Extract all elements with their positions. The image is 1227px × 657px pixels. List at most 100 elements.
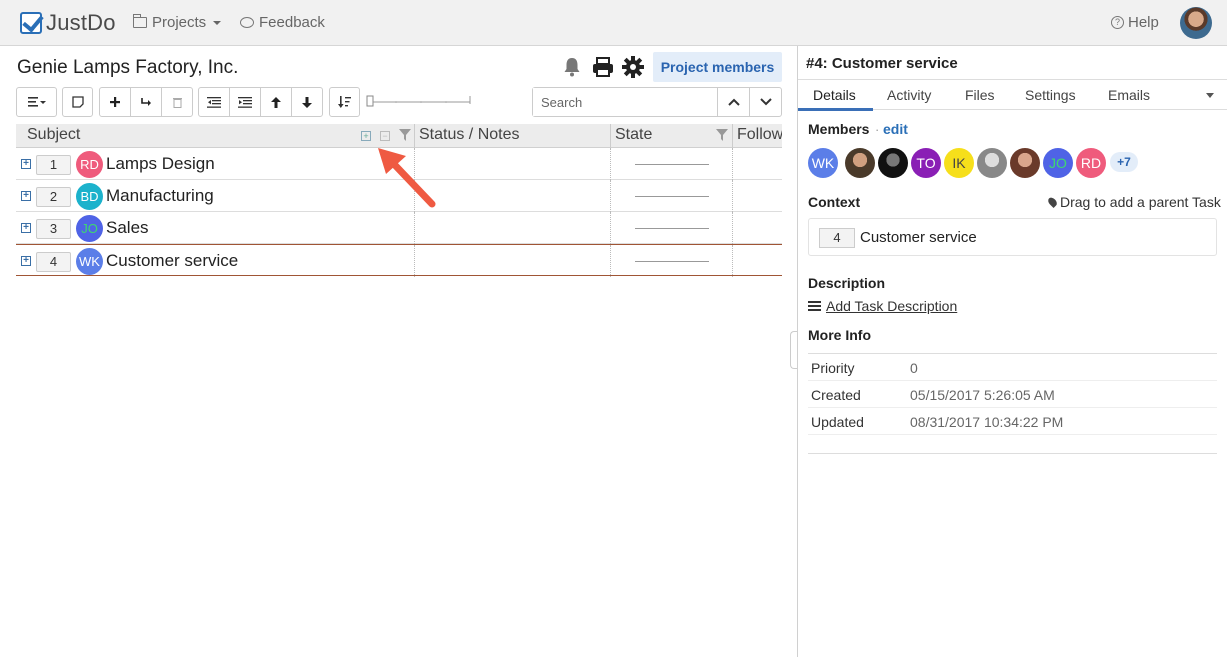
member-avatar[interactable] — [845, 148, 875, 178]
zoom-slider[interactable] — [366, 94, 472, 108]
edit-members-link[interactable]: edit — [883, 121, 908, 137]
column-follow-header[interactable]: Follow — [737, 126, 782, 144]
expand-all-icon[interactable]: + — [361, 131, 371, 141]
align-menu-button[interactable] — [17, 88, 56, 116]
task-details-pane: #4: Customer service Details Activity Fi… — [798, 46, 1227, 657]
detail-tabs: Details Activity Files Settings Emails — [798, 79, 1227, 111]
avatar: BD — [76, 183, 103, 210]
task-subject[interactable]: Manufacturing — [106, 186, 214, 206]
user-avatar[interactable] — [1180, 7, 1212, 39]
outdent-button[interactable] — [199, 88, 230, 116]
gear-icon[interactable] — [622, 56, 644, 78]
avatar: WK — [76, 248, 103, 275]
tab-files[interactable]: Files — [965, 87, 995, 103]
expand-row-icon[interactable]: + — [21, 159, 31, 169]
members-label: Members — [808, 121, 870, 137]
member-avatar[interactable]: TO — [911, 148, 941, 178]
member-avatar[interactable] — [977, 148, 1007, 178]
bell-icon[interactable] — [563, 57, 581, 77]
avatar: RD — [76, 151, 103, 178]
context-task-subject: Customer service — [860, 229, 977, 246]
top-navbar: JustDo Projects Feedback ? Help — [0, 0, 1227, 46]
member-avatar[interactable] — [878, 148, 908, 178]
projects-menu[interactable]: Projects — [133, 14, 222, 31]
context-label: Context — [808, 194, 861, 210]
print-icon[interactable] — [592, 56, 614, 78]
column-state-header[interactable]: State — [615, 126, 652, 144]
task-number: 4 — [36, 252, 71, 272]
context-task-card[interactable]: 4 Customer service — [808, 218, 1217, 256]
info-key: Priority — [811, 360, 855, 376]
map-marker-icon — [1046, 195, 1059, 209]
info-row: Created 05/15/2017 5:26:05 AM — [808, 381, 1217, 408]
member-avatar[interactable]: IK — [944, 148, 974, 178]
sort-button-group — [329, 87, 360, 117]
add-subtask-button[interactable] — [131, 88, 162, 116]
question-icon: ? — [1111, 16, 1124, 29]
task-subject[interactable]: Sales — [106, 218, 149, 238]
cell-divider — [610, 180, 611, 212]
projects-label: Projects — [152, 14, 207, 31]
filter-icon[interactable] — [399, 129, 411, 141]
task-number: 3 — [36, 219, 71, 239]
chevron-down-icon[interactable] — [1206, 93, 1214, 98]
feedback-link[interactable]: Feedback — [240, 14, 325, 31]
add-description-text: Add Task Description — [826, 298, 958, 314]
help-label: Help — [1128, 14, 1159, 31]
cell-divider — [414, 245, 415, 277]
pane-resize-handle[interactable] — [790, 331, 797, 369]
sticky-note-icon — [71, 96, 84, 108]
collapse-all-icon[interactable]: − — [380, 131, 390, 141]
task-number: 1 — [36, 155, 71, 175]
redo-arrow-icon — [141, 98, 151, 106]
more-members-badge[interactable]: +7 — [1110, 152, 1138, 172]
search-input[interactable] — [533, 88, 717, 116]
move-up-button[interactable] — [261, 88, 292, 116]
tab-details[interactable]: Details — [813, 87, 856, 103]
tab-activity[interactable]: Activity — [887, 87, 931, 103]
state-empty-line — [635, 196, 709, 197]
chevron-down-icon — [759, 98, 772, 106]
add-task-button[interactable] — [100, 88, 131, 116]
table-row-selected[interactable]: + 4 WK Customer service — [16, 244, 782, 277]
member-avatar[interactable]: RD — [1076, 148, 1106, 178]
search-prev-button[interactable] — [717, 88, 749, 116]
sticky-note-button[interactable] — [63, 88, 92, 116]
tab-settings[interactable]: Settings — [1025, 87, 1076, 103]
state-empty-line — [635, 228, 709, 229]
expand-row-icon[interactable]: + — [21, 191, 31, 201]
delete-task-button[interactable] — [162, 88, 192, 116]
logo-text: JustDo — [46, 10, 116, 35]
align-left-icon — [27, 97, 46, 107]
feedback-label: Feedback — [259, 14, 325, 31]
expand-row-icon[interactable]: + — [21, 223, 31, 233]
table-row[interactable]: + 3 JO Sales — [16, 212, 782, 244]
info-row: Priority 0 — [808, 354, 1217, 381]
column-subject-header[interactable]: Subject — [27, 126, 80, 144]
filter-icon[interactable] — [716, 129, 728, 141]
search-next-button[interactable] — [749, 88, 781, 116]
app-logo[interactable]: JustDo — [20, 10, 116, 36]
member-avatar[interactable]: JO — [1043, 148, 1073, 178]
indent-icon — [238, 96, 252, 108]
info-value: 0 — [910, 360, 918, 376]
tab-emails[interactable]: Emails — [1108, 87, 1150, 103]
task-subject[interactable]: Customer service — [106, 251, 238, 271]
move-down-button[interactable] — [292, 88, 322, 116]
expand-row-icon[interactable]: + — [21, 256, 31, 266]
sort-button[interactable] — [330, 88, 359, 116]
task-subject[interactable]: Lamps Design — [106, 154, 215, 174]
help-link[interactable]: ? Help — [1111, 14, 1159, 31]
outdent-icon — [207, 96, 221, 108]
info-value: 08/31/2017 10:34:22 PM — [910, 414, 1064, 430]
callout-arrow-icon — [378, 148, 436, 208]
project-pane: Genie Lamps Factory, Inc. Project member… — [0, 46, 797, 657]
add-description-link[interactable]: Add Task Description — [808, 298, 957, 314]
indent-button[interactable] — [230, 88, 261, 116]
folder-icon — [133, 14, 147, 28]
member-avatar[interactable] — [1010, 148, 1040, 178]
drag-parent-hint[interactable]: Drag to add a parent Task — [1046, 194, 1221, 210]
avatar: JO — [76, 215, 103, 242]
member-avatar[interactable]: WK — [808, 148, 838, 178]
project-members-button[interactable]: Project members — [653, 52, 782, 82]
